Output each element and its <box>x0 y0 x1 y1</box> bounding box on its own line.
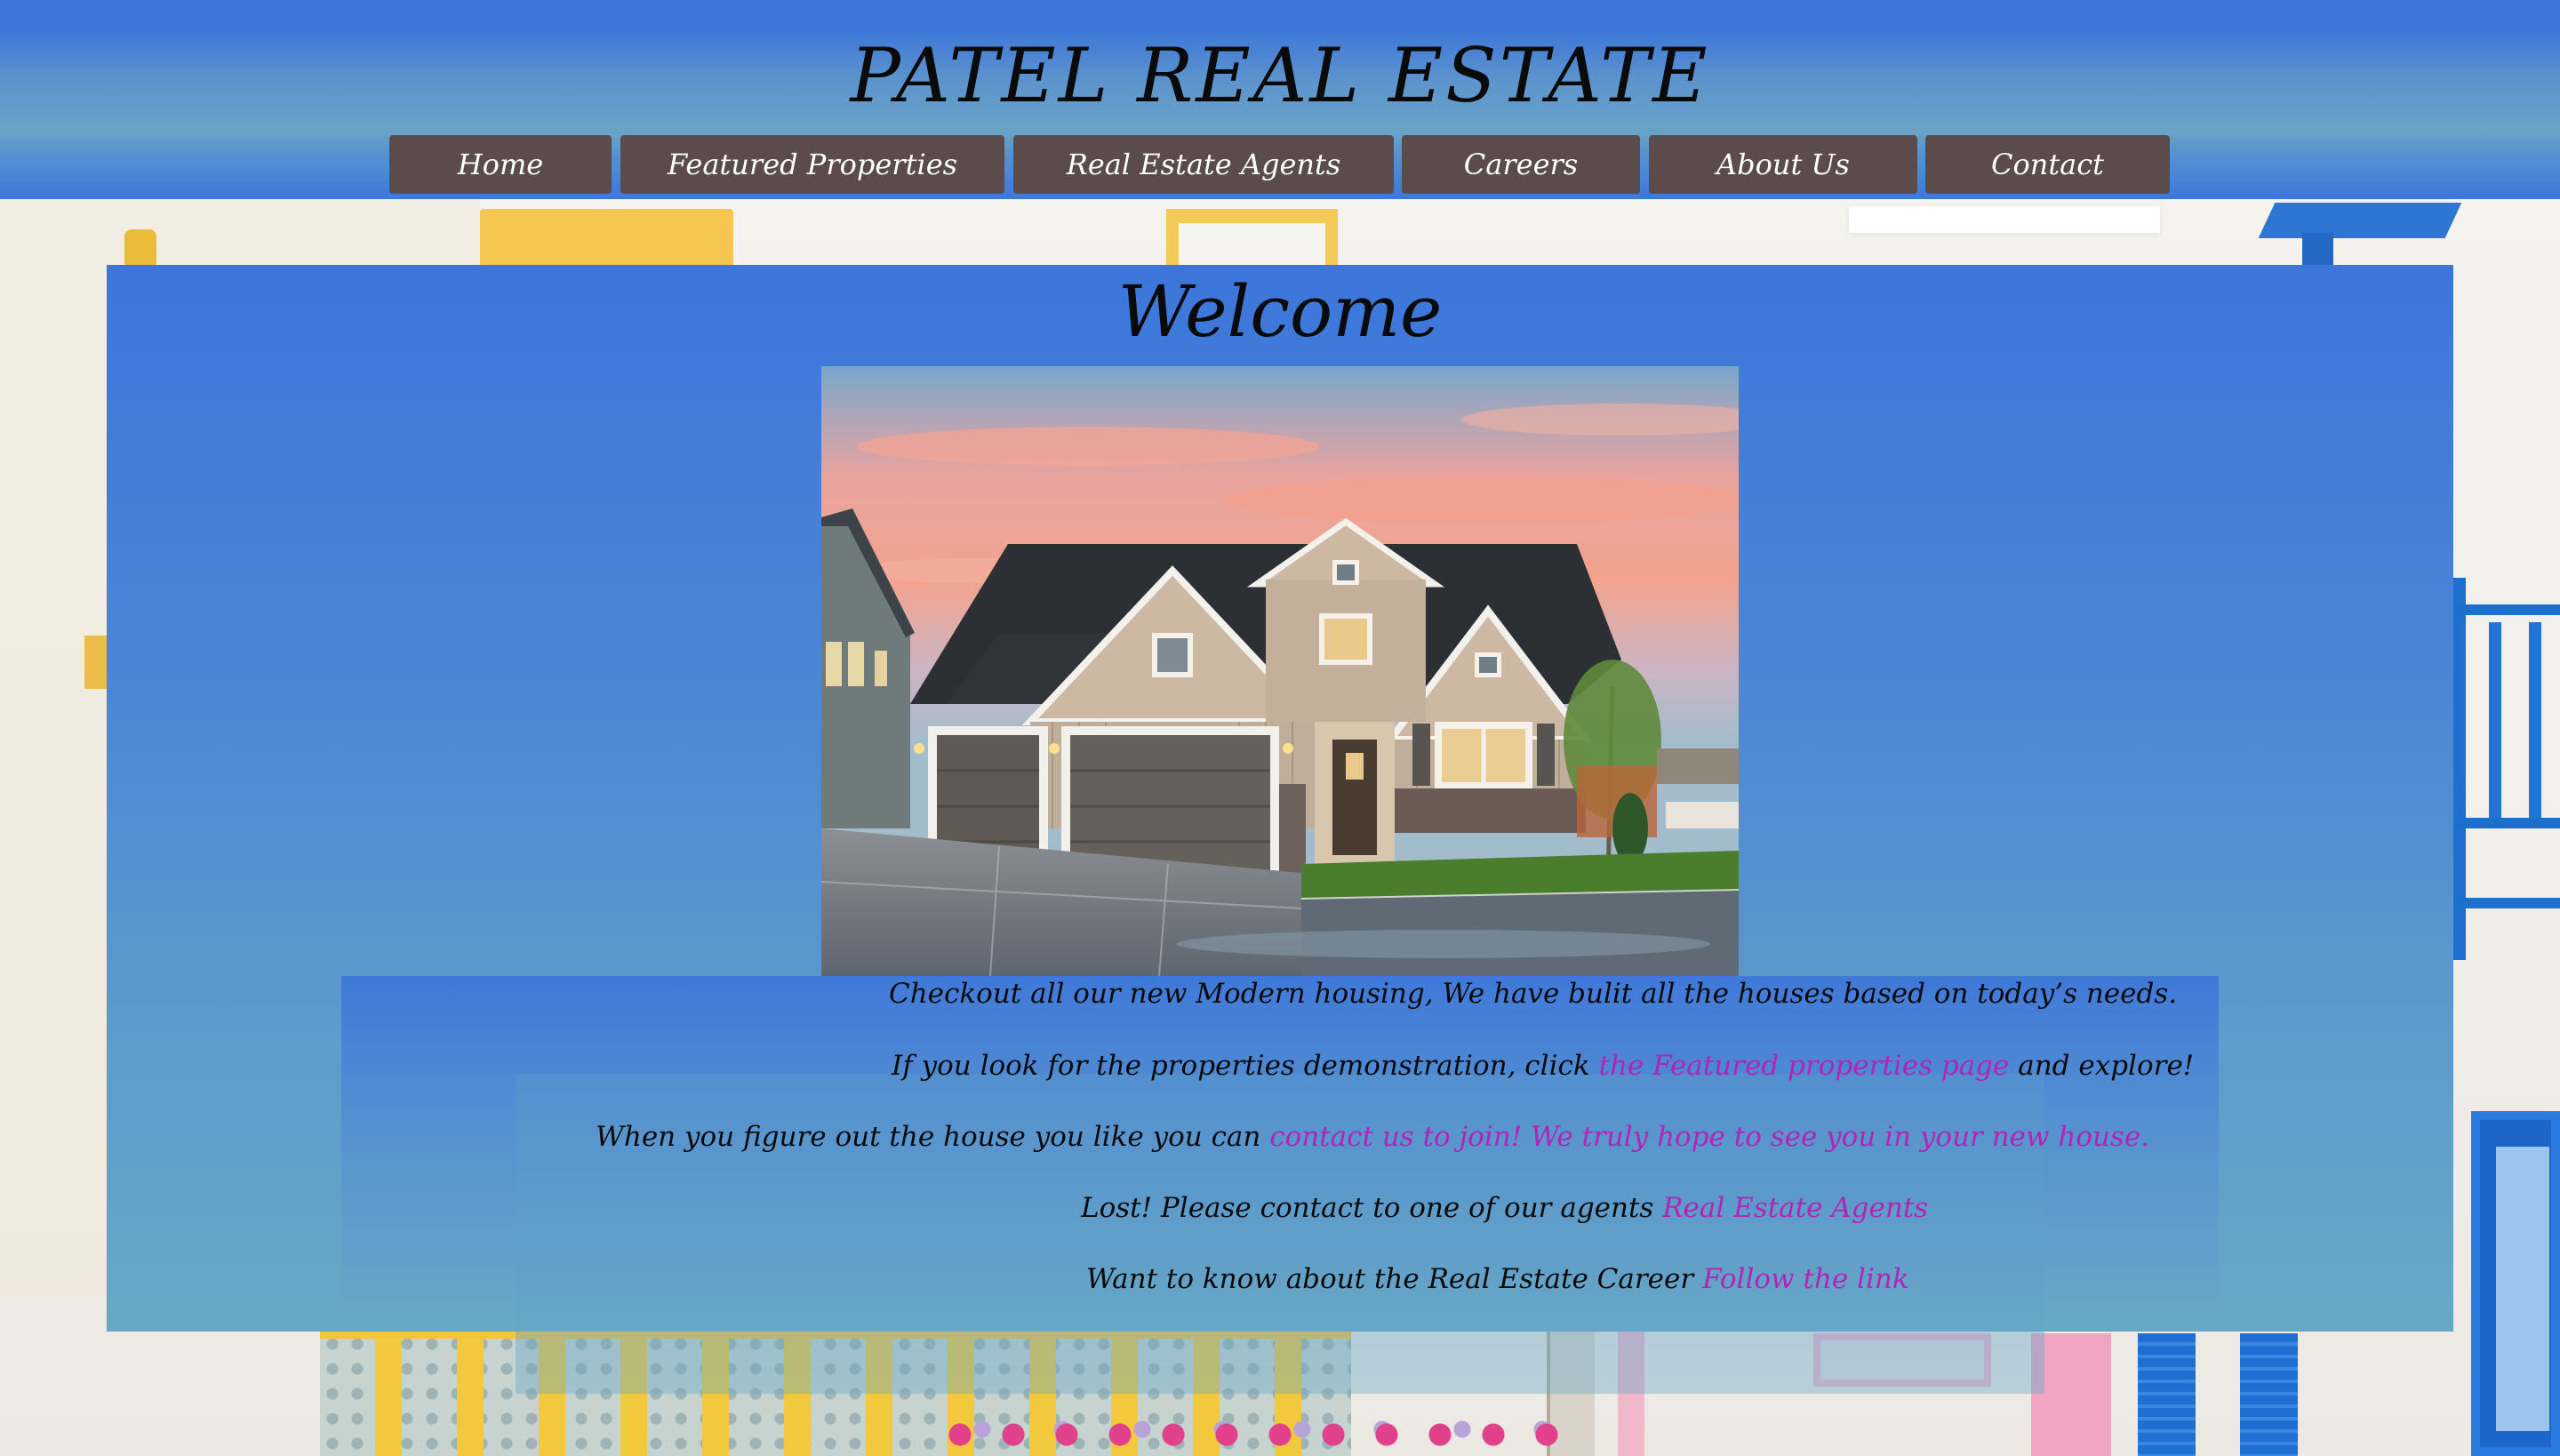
contact-us-link[interactable]: contact us to join! We truly hope to see… <box>1269 1121 2149 1153</box>
welcome-heading: Welcome <box>1117 270 1443 353</box>
site-header: PATEL REAL ESTATE Home Featured Properti… <box>0 0 2560 199</box>
site-title: PATEL REAL ESTATE <box>850 32 1710 119</box>
nav-contact-button[interactable]: Contact <box>1925 135 2170 194</box>
nav-featured-properties-button[interactable]: Featured Properties <box>620 135 1004 194</box>
nav-about-us-button[interactable]: About Us <box>1649 135 1917 194</box>
nav-real-estate-agents-button[interactable]: Real Estate Agents <box>1013 135 1394 194</box>
intro-line-modern-housing: Checkout all our new Modern housing, We … <box>889 978 2178 1010</box>
intro-line-contact: When you figure out the house you like y… <box>596 1121 2150 1153</box>
house-photo <box>821 366 1739 976</box>
nav-careers-button[interactable]: Careers <box>1402 135 1640 194</box>
real-estate-agents-link[interactable]: Real Estate Agents <box>1662 1192 1928 1224</box>
featured-properties-link[interactable]: the Featured properties page <box>1598 1050 2009 1082</box>
nav-home-button[interactable]: Home <box>389 135 612 194</box>
main-nav: Home Featured Properties Real Estate Age… <box>0 135 2560 194</box>
career-link[interactable]: Follow the link <box>1702 1263 1909 1295</box>
intro-line-featured: If you look for the properties demonstra… <box>892 1050 2195 1082</box>
intro-line-career: Want to know about the Real Estate Caree… <box>1086 1263 1909 1295</box>
intro-line-agents: Lost! Please contact to one of our agent… <box>1081 1192 1929 1224</box>
